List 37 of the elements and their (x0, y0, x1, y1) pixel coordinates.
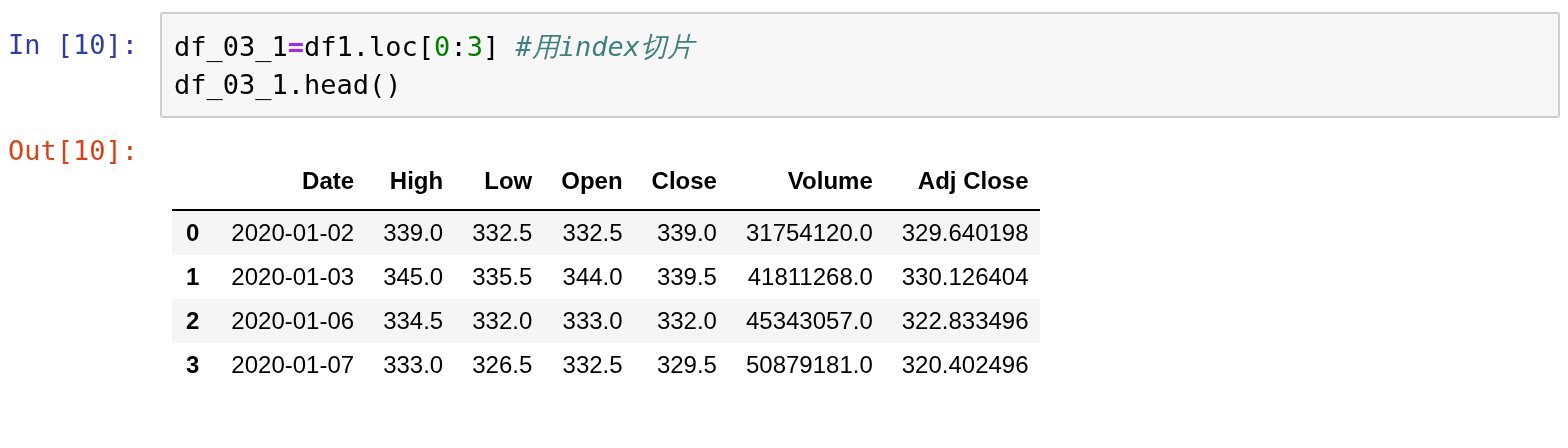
table-cell: 333.0 (543, 299, 634, 343)
table-cell: 41811268.0 (727, 255, 884, 299)
table-cell: 330.126404 (883, 255, 1040, 299)
row-index: 1 (172, 255, 214, 299)
row-index: 2 (172, 299, 214, 343)
table-cell: 332.0 (454, 299, 544, 343)
input-prompt: In [10]: (7, 28, 140, 62)
code-line: df_03_1=df1.loc[0:3] #用index切片 (174, 28, 1546, 66)
table-cell: 334.5 (365, 299, 455, 343)
table-cell: 339.0 (633, 210, 728, 255)
table-cell: 322.833496 (883, 299, 1040, 343)
code-editor[interactable]: df_03_1=df1.loc[0:3] #用index切片 df_03_1.head() (160, 12, 1560, 118)
table-cell: 339.5 (633, 255, 728, 299)
table-cell: 329.640198 (883, 210, 1040, 255)
row-index: 3 (172, 343, 214, 387)
output-prompt: Out[10]: (7, 134, 140, 168)
table-cell: 333.0 (365, 343, 455, 387)
table-cell: 345.0 (365, 255, 455, 299)
table-cell: 339.0 (365, 210, 455, 255)
table-cell: 2020-01-02 (213, 210, 366, 255)
table-cell: 326.5 (454, 343, 544, 387)
table-cell: 31754120.0 (727, 210, 884, 255)
table-cell: 332.5 (454, 210, 544, 255)
table-cell: 344.0 (543, 255, 634, 299)
table-cell: 335.5 (454, 255, 544, 299)
table-cell: 2020-01-06 (213, 299, 366, 343)
table-cell: 332.0 (633, 299, 728, 343)
table-cell: 329.5 (633, 343, 728, 387)
table-cell: 2020-01-03 (213, 255, 366, 299)
table-cell: 332.5 (543, 210, 634, 255)
table-cell: 2020-01-07 (213, 343, 366, 387)
table-cell: 332.5 (543, 343, 634, 387)
table-cell: 50879181.0 (727, 343, 884, 387)
code-line: df_03_1.head() (174, 68, 403, 102)
row-index: 0 (172, 210, 214, 255)
table-cell: 320.402496 (883, 343, 1040, 387)
table-cell: 45343057.0 (727, 299, 884, 343)
